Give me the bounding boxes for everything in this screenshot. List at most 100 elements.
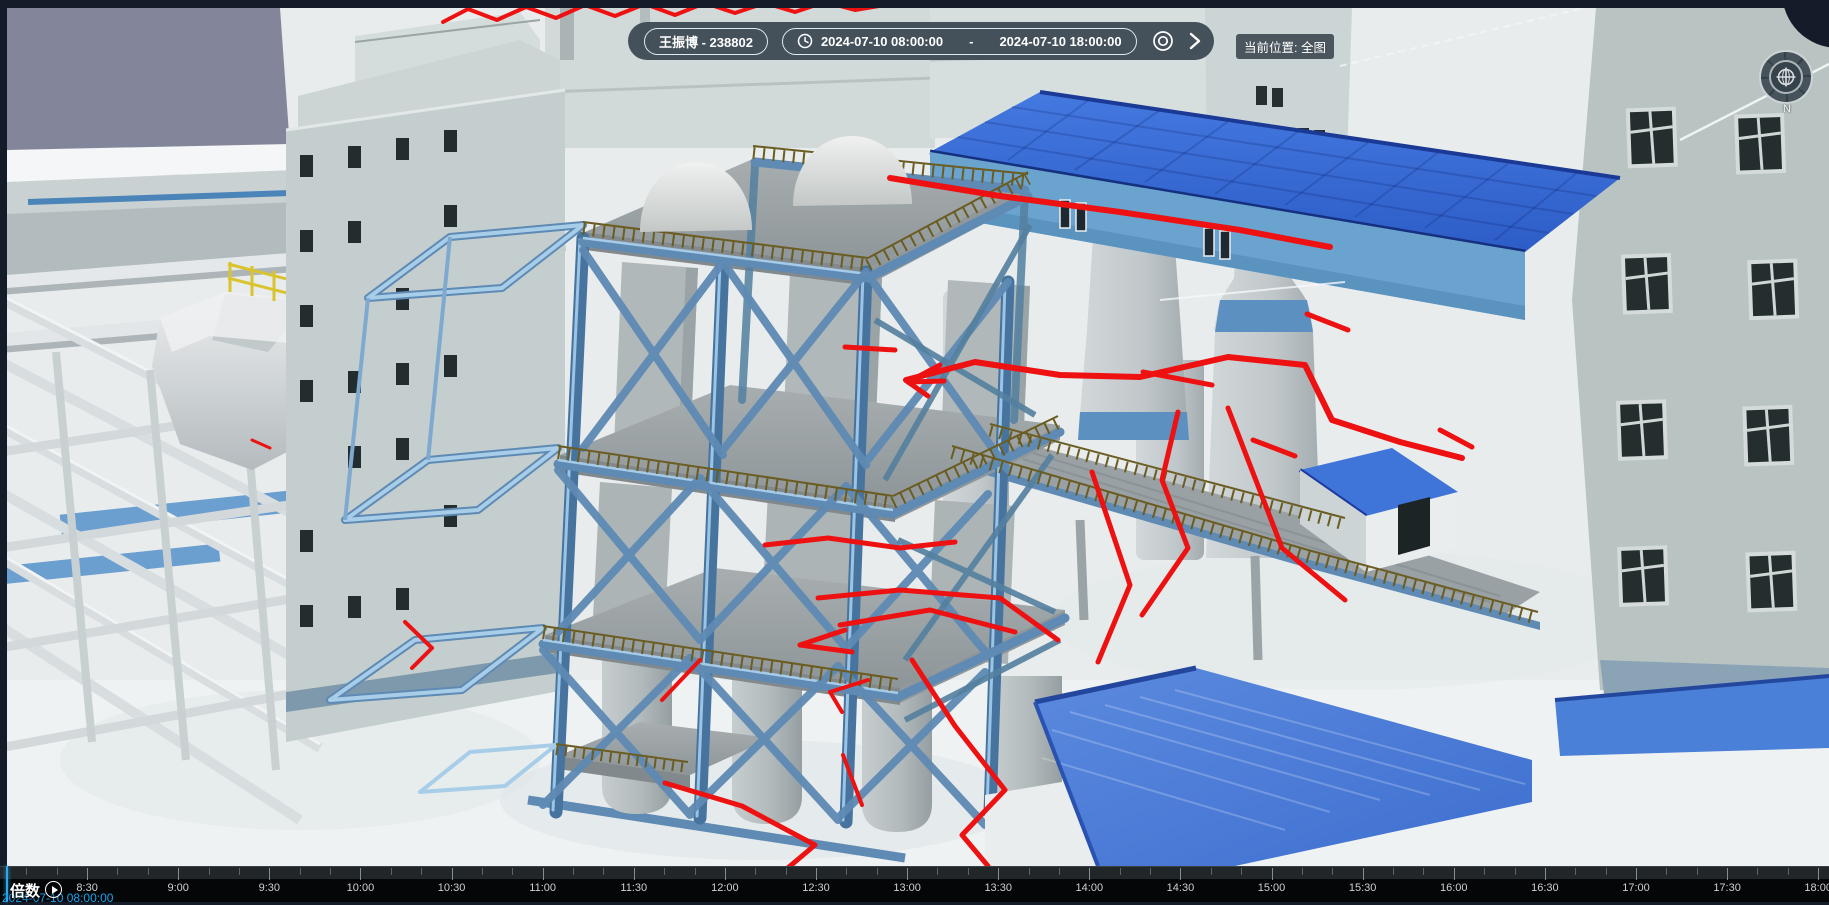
timeline-tick <box>1606 868 1607 875</box>
speed-multiplier-button[interactable]: 倍数 <box>10 880 40 901</box>
timeline-tick <box>1545 868 1546 880</box>
timeline-tick <box>1059 868 1060 875</box>
chevron-right-icon[interactable] <box>1189 32 1201 50</box>
timeline-label: 12:30 <box>802 882 830 894</box>
timeline-tick <box>1666 868 1667 875</box>
timeline-label: 16:30 <box>1531 882 1559 894</box>
timeline-tick <box>239 868 240 875</box>
play-icon <box>52 886 58 894</box>
timeline-tick <box>998 868 999 880</box>
person-filter[interactable]: 王振博 - 238802 <box>644 28 768 55</box>
timeline-tick <box>391 868 392 875</box>
timeline-tick <box>330 868 331 875</box>
timeline-tick <box>1393 868 1394 875</box>
timeline-label: 17:30 <box>1713 882 1741 894</box>
timeline-tick <box>482 868 483 875</box>
timeline-tick <box>573 868 574 875</box>
timeline-label: 14:00 <box>1076 882 1104 894</box>
timeline-tick <box>87 868 88 880</box>
timeline-tick <box>1788 868 1789 875</box>
timeline-tick <box>360 868 361 880</box>
timeline-tick <box>1423 868 1424 875</box>
timeline-label: 11:30 <box>620 882 647 894</box>
timeline-tick <box>1332 868 1333 875</box>
timeline-tick <box>117 868 118 875</box>
timeline-tick <box>1211 868 1212 875</box>
timeline-tick <box>148 868 149 875</box>
timeline-tick <box>57 868 58 875</box>
timeline-tick <box>178 868 179 880</box>
timeline-tick <box>725 868 726 880</box>
date-separator: - <box>969 34 973 49</box>
date-range-filter[interactable]: 2024-07-10 08:00:00 - 2024-07-10 18:00:0… <box>782 28 1137 55</box>
timeline-label: 10:00 <box>347 882 375 894</box>
timeline-tick <box>695 868 696 875</box>
timeline-tick <box>269 868 270 880</box>
timeline-tick <box>512 868 513 875</box>
timeline-tick <box>634 868 635 880</box>
timeline-tick <box>786 868 787 875</box>
timeline-label: 11:00 <box>529 882 556 894</box>
timeline-tick <box>846 868 847 875</box>
timeline-label: 18:00 <box>1804 882 1829 894</box>
play-button[interactable] <box>45 881 62 898</box>
timeline-tick <box>452 868 453 880</box>
timeline-bar[interactable]: 8:309:009:3010:0010:3011:0011:3012:0012:… <box>0 866 1829 902</box>
current-location-label: 当前位置: 全图 <box>1236 34 1334 59</box>
timeline-tick <box>421 868 422 875</box>
timeline-label: 13:00 <box>893 882 921 894</box>
timeline-label: 15:00 <box>1258 882 1286 894</box>
timeline-tick <box>664 868 665 875</box>
timeline-tick <box>1575 868 1576 875</box>
timeline-tick <box>26 868 27 875</box>
timeline-tick <box>1029 868 1030 875</box>
timeline-label: 17:00 <box>1622 882 1650 894</box>
timeline-label: 13:30 <box>984 882 1012 894</box>
timeline-tick <box>603 868 604 875</box>
compass-north-label: N <box>1783 103 1791 115</box>
timeline-tick <box>1818 868 1819 880</box>
timeline-label: 9:30 <box>259 882 280 894</box>
search-toolbar: 王振博 - 238802 2024-07-10 08:00:00 - 2024-… <box>628 22 1214 60</box>
timeline-tick <box>1636 868 1637 880</box>
timeline-label: 16:00 <box>1440 882 1468 894</box>
sky-patch <box>7 8 306 284</box>
timeline-label: 14:30 <box>1167 882 1195 894</box>
timeline-tick <box>907 868 908 880</box>
timeline-tick <box>937 868 938 875</box>
timeline-tick <box>1120 868 1121 875</box>
timeline-tick <box>1302 868 1303 875</box>
compass-widget[interactable]: N <box>1759 50 1813 104</box>
date-start: 2024-07-10 08:00:00 <box>821 34 943 49</box>
timeline-tick <box>1757 868 1758 875</box>
timeline-scale[interactable] <box>0 866 1829 879</box>
timeline-tick <box>755 868 756 875</box>
timeline-tick <box>1150 868 1151 875</box>
3d-viewport[interactable] <box>0 0 1829 866</box>
timeline-tick <box>1241 868 1242 875</box>
locate-icon[interactable] <box>1151 29 1175 53</box>
timeline-label: 9:00 <box>168 882 189 894</box>
clock-icon <box>797 33 813 49</box>
person-filter-label: 王振博 - 238802 <box>659 32 753 51</box>
timeline-tick <box>300 868 301 875</box>
timeline-tick <box>877 868 878 875</box>
timeline-tick <box>1272 868 1273 880</box>
timeline-tick <box>1697 868 1698 875</box>
compass-icon <box>1769 60 1803 94</box>
timeline-tick <box>1727 868 1728 880</box>
timeline-label: 12:00 <box>711 882 739 894</box>
timeline-tick <box>816 868 817 880</box>
timeline-tick <box>209 868 210 875</box>
date-end: 2024-07-10 18:00:00 <box>999 34 1121 49</box>
timeline-tick <box>1363 868 1364 880</box>
timeline-tick <box>1180 868 1181 880</box>
timeline-tick <box>543 868 544 880</box>
timeline-tick <box>1484 868 1485 875</box>
timeline-label: 15:30 <box>1349 882 1377 894</box>
timeline-tick <box>1454 868 1455 880</box>
timeline-tick <box>968 868 969 875</box>
timeline-label: 10:30 <box>438 882 466 894</box>
timeline-tick <box>1515 868 1516 875</box>
timeline-tick <box>1089 868 1090 880</box>
